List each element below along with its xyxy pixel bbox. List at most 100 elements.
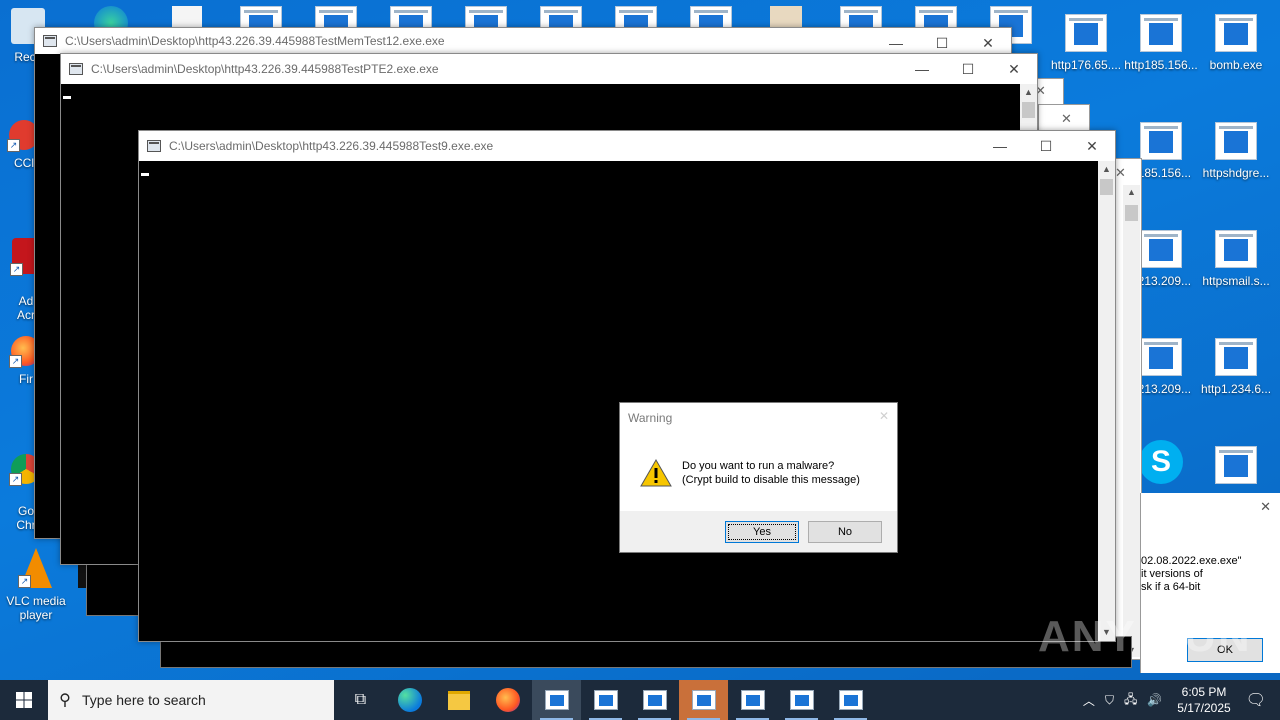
desktop-icon-label: bomb.exe [1209,58,1263,72]
skype-icon: S [1139,440,1183,484]
console-icon [838,690,863,710]
window-titlebar[interactable]: C:\Users\admin\Desktop\http43.226.39.445… [61,54,1037,84]
exe-icon [1215,14,1257,52]
text-cursor [63,96,71,99]
taskbar-console-1[interactable] [532,680,581,720]
scroll-up-icon[interactable]: ▲ [1020,84,1037,101]
taskbar: ⚲ Type here to search ⧉ ︿ ⛉ 🖧 🔊 6:05 PM … [0,680,1280,720]
start-button[interactable] [0,680,48,720]
taskbar-console-6[interactable] [777,680,826,720]
notifications-icon[interactable]: 🗨 [1246,690,1266,710]
taskbar-search[interactable]: ⚲ Type here to search [48,680,334,720]
maximize-icon[interactable]: ☐ [945,54,991,84]
console-icon [642,690,667,710]
console-app-icon [43,35,57,47]
close-icon[interactable]: ✕ [1260,499,1271,515]
scroll-up-icon[interactable]: ▲ [1098,161,1115,178]
scrollbar[interactable]: ▼▲ [1123,185,1140,657]
text-cursor [141,173,149,176]
task-view-icon: ⧉ [354,691,367,708]
console-app-icon [69,63,83,75]
volume-icon[interactable]: 🔊 [1147,693,1162,707]
network-icon[interactable]: 🖧 [1124,690,1137,711]
desktop-icon-label: http176.65.... [1050,58,1122,72]
exe-icon [1140,122,1182,160]
search-placeholder: Type here to search [82,692,206,708]
firefox-icon [495,688,520,712]
search-icon: ⚲ [59,692,71,709]
console-body[interactable]: ▲ ▼ [139,161,1115,641]
desktop-icon-bomb[interactable]: bomb.exe [1197,14,1275,72]
window-title: C:\Users\admin\Desktop\http43.226.39.445… [169,139,494,153]
warning-dialog[interactable]: Warning ✕ Do you want to run a malware? … [619,402,898,553]
desktop-icon-exe[interactable]: http185.156... [1122,14,1200,72]
maximize-icon[interactable]: ☐ [1023,131,1069,161]
task-view-button[interactable]: ⧉ [336,680,385,720]
dialog-title: Warning [628,411,673,425]
desktop-icon-label: httpshdgre... [1202,166,1270,180]
exe-icon [1140,230,1182,268]
taskbar-console-4[interactable] [679,680,728,720]
vlc-icon: ↗ [18,548,52,588]
scroll-thumb[interactable] [1100,179,1113,195]
close-icon[interactable]: ✕ [1069,131,1115,161]
desktop-icon-exe[interactable]: http176.65.... [1047,14,1125,72]
dialog-message-line: Do you want to run a malware? [682,460,835,472]
close-icon[interactable]: ✕ [1061,111,1072,127]
clock[interactable]: 6:05 PM 5/17/2025 [1177,684,1230,716]
console-icon [544,690,569,710]
console-icon [691,690,716,710]
console-icon [740,690,765,710]
dialog-message: 02.08.2022.exe.exe" it versions of sk if… [1141,555,1242,594]
taskbar-file-explorer[interactable] [434,680,483,720]
vertical-scrollbar[interactable]: ▲ ▼ [1098,161,1115,641]
dialog-message: Do you want to run a malware? (Crypt bui… [682,459,860,487]
desktop-icon-exe[interactable]: http1.234.6... [1197,338,1275,396]
desktop: Recy ↗ CCl ↗ Ad Acr ↗ Fir ↗ Go Chr ↗ VLC… [0,0,1280,680]
taskbar-console-5[interactable] [728,680,777,720]
dialog-message-line: it versions of [1141,568,1203,580]
taskbar-edge[interactable] [385,680,434,720]
close-icon[interactable]: ✕ [879,409,889,423]
console-icon [789,690,814,710]
console-app-icon [147,140,161,152]
dialog-message-line: (Crypt build to disable this message) [682,474,860,486]
desktop-icon-label: http1.234.6... [1200,382,1272,396]
desktop-icon-exe[interactable]: httpshdgre... [1197,122,1275,180]
close-icon[interactable]: ✕ [991,54,1037,84]
scroll-thumb[interactable] [1022,102,1035,118]
no-button[interactable]: No [808,521,882,543]
exe-icon [1065,14,1107,52]
desktop-icon-exe[interactable]: httpsmail.s... [1197,230,1275,288]
folder-icon [447,690,470,710]
system-tray: ︿ ⛉ 🖧 🔊 6:05 PM 5/17/2025 🗨 [1078,680,1280,720]
window-title: C:\Users\admin\Desktop\http43.226.39.445… [65,34,445,48]
exe-icon [1140,14,1182,52]
taskbar-console-2[interactable] [581,680,630,720]
minimize-icon[interactable]: — [977,131,1023,161]
clock-time: 6:05 PM [1181,685,1227,699]
background-window-bottom [86,560,144,616]
minimize-icon[interactable]: — [899,54,945,84]
edge-icon [397,688,422,712]
dialog-message-line: 02.08.2022.exe.exe" [1141,555,1242,567]
window-titlebar[interactable]: C:\Users\admin\Desktop\http43.226.39.445… [35,28,1011,54]
close-icon[interactable]: ✕ [1115,165,1126,181]
console-window-test9[interactable]: C:\Users\admin\Desktop\http43.226.39.445… [138,130,1116,642]
taskbar-firefox[interactable] [483,680,532,720]
desktop-icon-exe[interactable] [1197,446,1275,490]
exe-icon [1215,122,1257,160]
watermark-logo: ANY RUN [1038,612,1252,661]
window-titlebar[interactable]: C:\Users\admin\Desktop\http43.226.39.445… [139,131,1115,161]
dialog-footer: Yes No [620,511,897,552]
yes-button[interactable]: Yes [725,521,799,543]
desktop-icon-label: http185.156... [1124,58,1198,72]
exe-icon [1215,230,1257,268]
security-icon[interactable]: ⛉ [1105,693,1114,708]
console-icon [593,690,618,710]
taskbar-console-7[interactable] [826,680,875,720]
warning-icon [640,459,672,487]
windows-logo-icon [16,692,32,708]
taskbar-console-3[interactable] [630,680,679,720]
chevron-up-icon[interactable]: ︿ [1083,692,1095,709]
